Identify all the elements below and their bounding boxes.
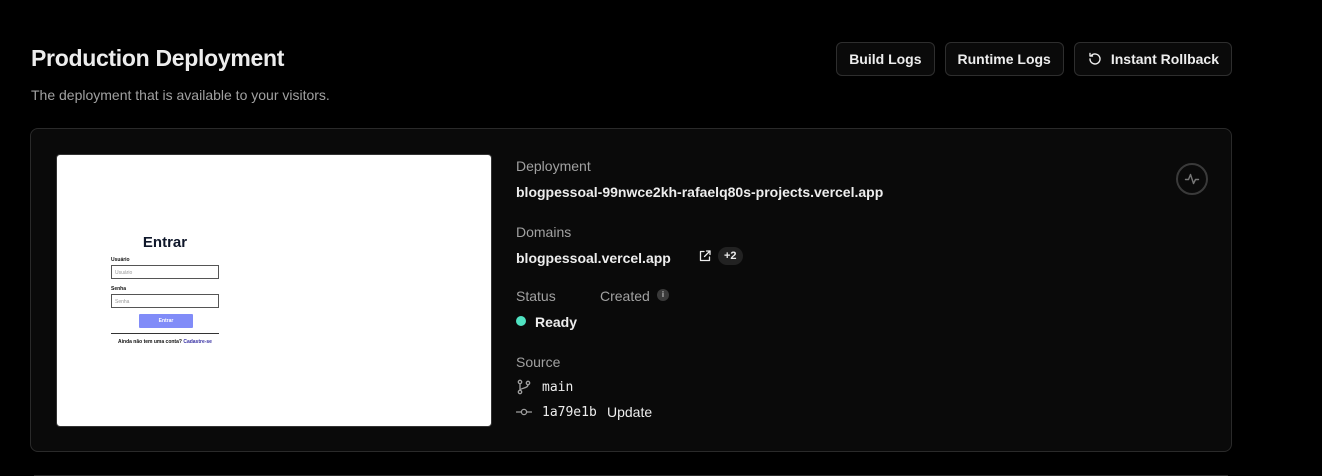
build-logs-button[interactable]: Build Logs: [836, 42, 935, 76]
external-link-icon[interactable]: [698, 249, 712, 263]
rollback-icon: [1089, 52, 1101, 65]
preview-footer-link: Cadastre-se: [183, 339, 212, 345]
page-subtitle: The deployment that is available to your…: [31, 87, 330, 103]
runtime-logs-button[interactable]: Runtime Logs: [944, 42, 1064, 76]
created-label: Created: [600, 288, 650, 304]
deployment-url[interactable]: blogpessoal-99nwce2kh-rafaelq80s-project…: [516, 184, 883, 200]
preview-divider: [111, 333, 219, 334]
status-label: Status: [516, 288, 556, 304]
git-branch-icon: [517, 379, 531, 395]
domains-label: Domains: [516, 224, 572, 240]
preview-password-input: Senha: [111, 294, 219, 308]
build-logs-label: Build Logs: [849, 51, 922, 67]
source-branch[interactable]: main: [542, 380, 573, 395]
runtime-logs-label: Runtime Logs: [957, 51, 1051, 67]
info-icon[interactable]: i: [657, 289, 669, 301]
deployment-card: Entrar Usuário Usuário Senha Senha Entra…: [30, 128, 1232, 452]
preview-footer-text: Ainda não tem uma conta?: [118, 339, 182, 345]
source-label: Source: [516, 354, 561, 370]
page-title: Production Deployment: [31, 45, 285, 71]
preview-user-input: Usuário: [111, 265, 219, 279]
status-value: Ready: [535, 314, 578, 330]
preview-user-label: Usuário: [111, 257, 130, 263]
preview-submit-button: Entrar: [139, 314, 193, 328]
preview-title: Entrar: [142, 234, 188, 251]
commit-message[interactable]: Update: [607, 404, 652, 420]
instant-rollback-button[interactable]: Instant Rollback: [1073, 42, 1232, 76]
more-domains-badge[interactable]: +2: [718, 247, 743, 265]
git-commit-icon: [516, 408, 532, 416]
header-actions: Build Logs Runtime Logs Instant Rollback: [836, 42, 1232, 76]
status-indicator: [516, 316, 526, 326]
activity-icon[interactable]: [1176, 163, 1208, 195]
domain-link[interactable]: blogpessoal.vercel.app: [516, 250, 671, 266]
preview-footer: Ainda não tem uma conta? Cadastre-se: [111, 339, 219, 345]
commit-hash[interactable]: 1a79e1b: [542, 405, 597, 420]
deployment-label: Deployment: [516, 158, 591, 174]
preview-password-label: Senha: [111, 286, 127, 292]
deployment-preview[interactable]: Entrar Usuário Usuário Senha Senha Entra…: [56, 154, 492, 427]
instant-rollback-label: Instant Rollback: [1110, 51, 1219, 67]
